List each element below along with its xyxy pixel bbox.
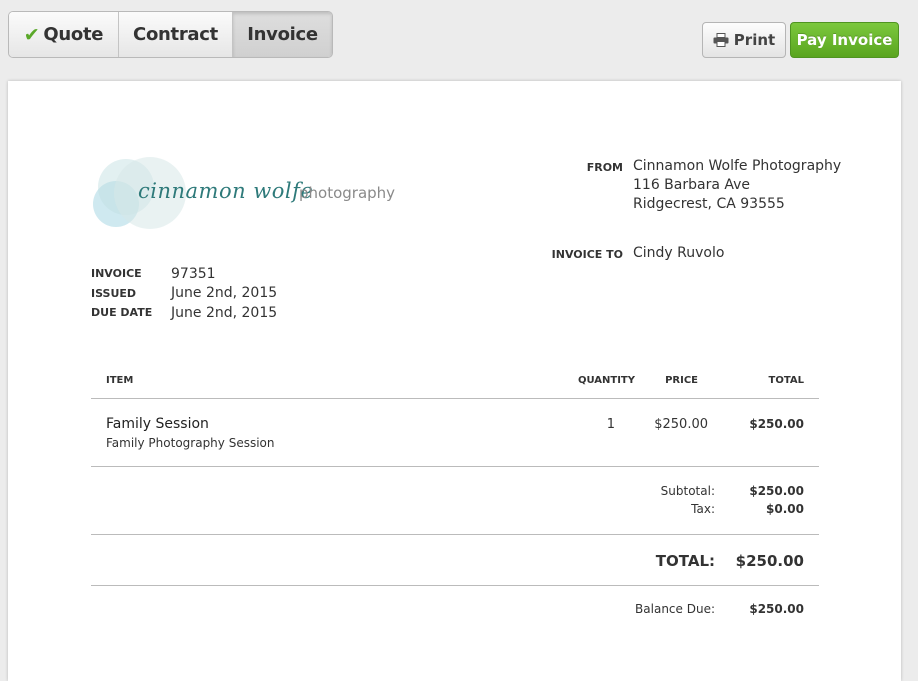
- pay-invoice-label: Pay Invoice: [796, 31, 893, 49]
- subtotal-block: Subtotal: $250.00 Tax: $0.00: [91, 467, 819, 535]
- tax-value: $0.00: [766, 502, 804, 516]
- issued-label: ISSUED: [91, 286, 137, 300]
- balance-due-block: Balance Due: $250.00: [91, 586, 819, 634]
- invoice-meta: INVOICE 97351 ISSUED June 2nd, 2015 DUE …: [91, 264, 277, 323]
- tab-contract[interactable]: Contract: [119, 12, 233, 57]
- tab-quote[interactable]: ✔ Quote: [9, 12, 119, 57]
- from-city: Ridgecrest, CA 93555: [633, 196, 785, 212]
- item-name: Family Session: [106, 416, 209, 432]
- tab-contract-label: Contract: [133, 24, 218, 45]
- print-button-label: Print: [733, 31, 776, 49]
- pay-invoice-button[interactable]: Pay Invoice: [790, 22, 899, 58]
- invoice-number-row: INVOICE 97351: [91, 264, 277, 284]
- item-total: $250.00: [749, 417, 804, 431]
- issued-value: June 2nd, 2015: [171, 285, 278, 302]
- from-label: FROM: [586, 161, 623, 174]
- header-price: PRICE: [665, 375, 698, 386]
- invoice-number-label: INVOICE: [91, 267, 142, 281]
- total-block: TOTAL: $250.00: [91, 535, 819, 586]
- tab-invoice[interactable]: Invoice: [233, 12, 332, 57]
- invoice-sheet: cinnamon wolfe photography FROM Cinnamon…: [8, 81, 901, 681]
- from-address: Cinnamon Wolfe Photography 116 Barbara A…: [633, 157, 841, 214]
- due-date-value: June 2nd, 2015: [171, 304, 278, 321]
- due-date-row: DUE DATE June 2nd, 2015: [91, 303, 277, 323]
- invoice-to-label: INVOICE TO: [551, 248, 623, 261]
- item-price: $250.00: [654, 417, 708, 432]
- total-label: TOTAL:: [655, 552, 715, 570]
- item-quantity: 1: [606, 417, 615, 432]
- logo-word-text: photography: [299, 184, 396, 202]
- tab-invoice-label: Invoice: [247, 24, 318, 45]
- printer-icon: [713, 33, 729, 47]
- table-header: ITEM QUANTITY PRICE TOTAL: [91, 369, 819, 399]
- print-button[interactable]: Print: [702, 22, 786, 58]
- from-business-name: Cinnamon Wolfe Photography: [633, 158, 842, 174]
- table-row: Family Session Family Photography Sessio…: [91, 399, 819, 467]
- header-quantity: QUANTITY: [577, 375, 635, 386]
- document-tabs: ✔ Quote Contract Invoice: [8, 11, 333, 58]
- subtotal-value: $250.00: [749, 484, 804, 498]
- line-items-table: ITEM QUANTITY PRICE TOTAL Family Session…: [91, 369, 819, 634]
- item-description: Family Photography Session: [106, 436, 275, 450]
- header-total: TOTAL: [768, 375, 804, 386]
- header-item: ITEM: [106, 375, 134, 386]
- from-street: 116 Barbara Ave: [633, 177, 751, 193]
- balance-due-label: Balance Due:: [635, 602, 715, 616]
- tab-quote-label: Quote: [43, 24, 104, 45]
- issued-row: ISSUED June 2nd, 2015: [91, 284, 277, 304]
- invoice-to-name: Cindy Ruvolo: [633, 245, 725, 261]
- checkmark-icon: ✔: [23, 23, 40, 46]
- business-logo: cinnamon wolfe photography: [90, 155, 410, 235]
- subtotal-label: Subtotal:: [660, 484, 715, 498]
- tax-label: Tax:: [691, 502, 715, 516]
- due-date-label: DUE DATE: [91, 306, 153, 320]
- logo-script-text: cinnamon wolfe: [138, 179, 314, 203]
- total-value: $250.00: [735, 552, 804, 570]
- balance-due-value: $250.00: [749, 602, 804, 616]
- invoice-number-value: 97351: [171, 265, 216, 282]
